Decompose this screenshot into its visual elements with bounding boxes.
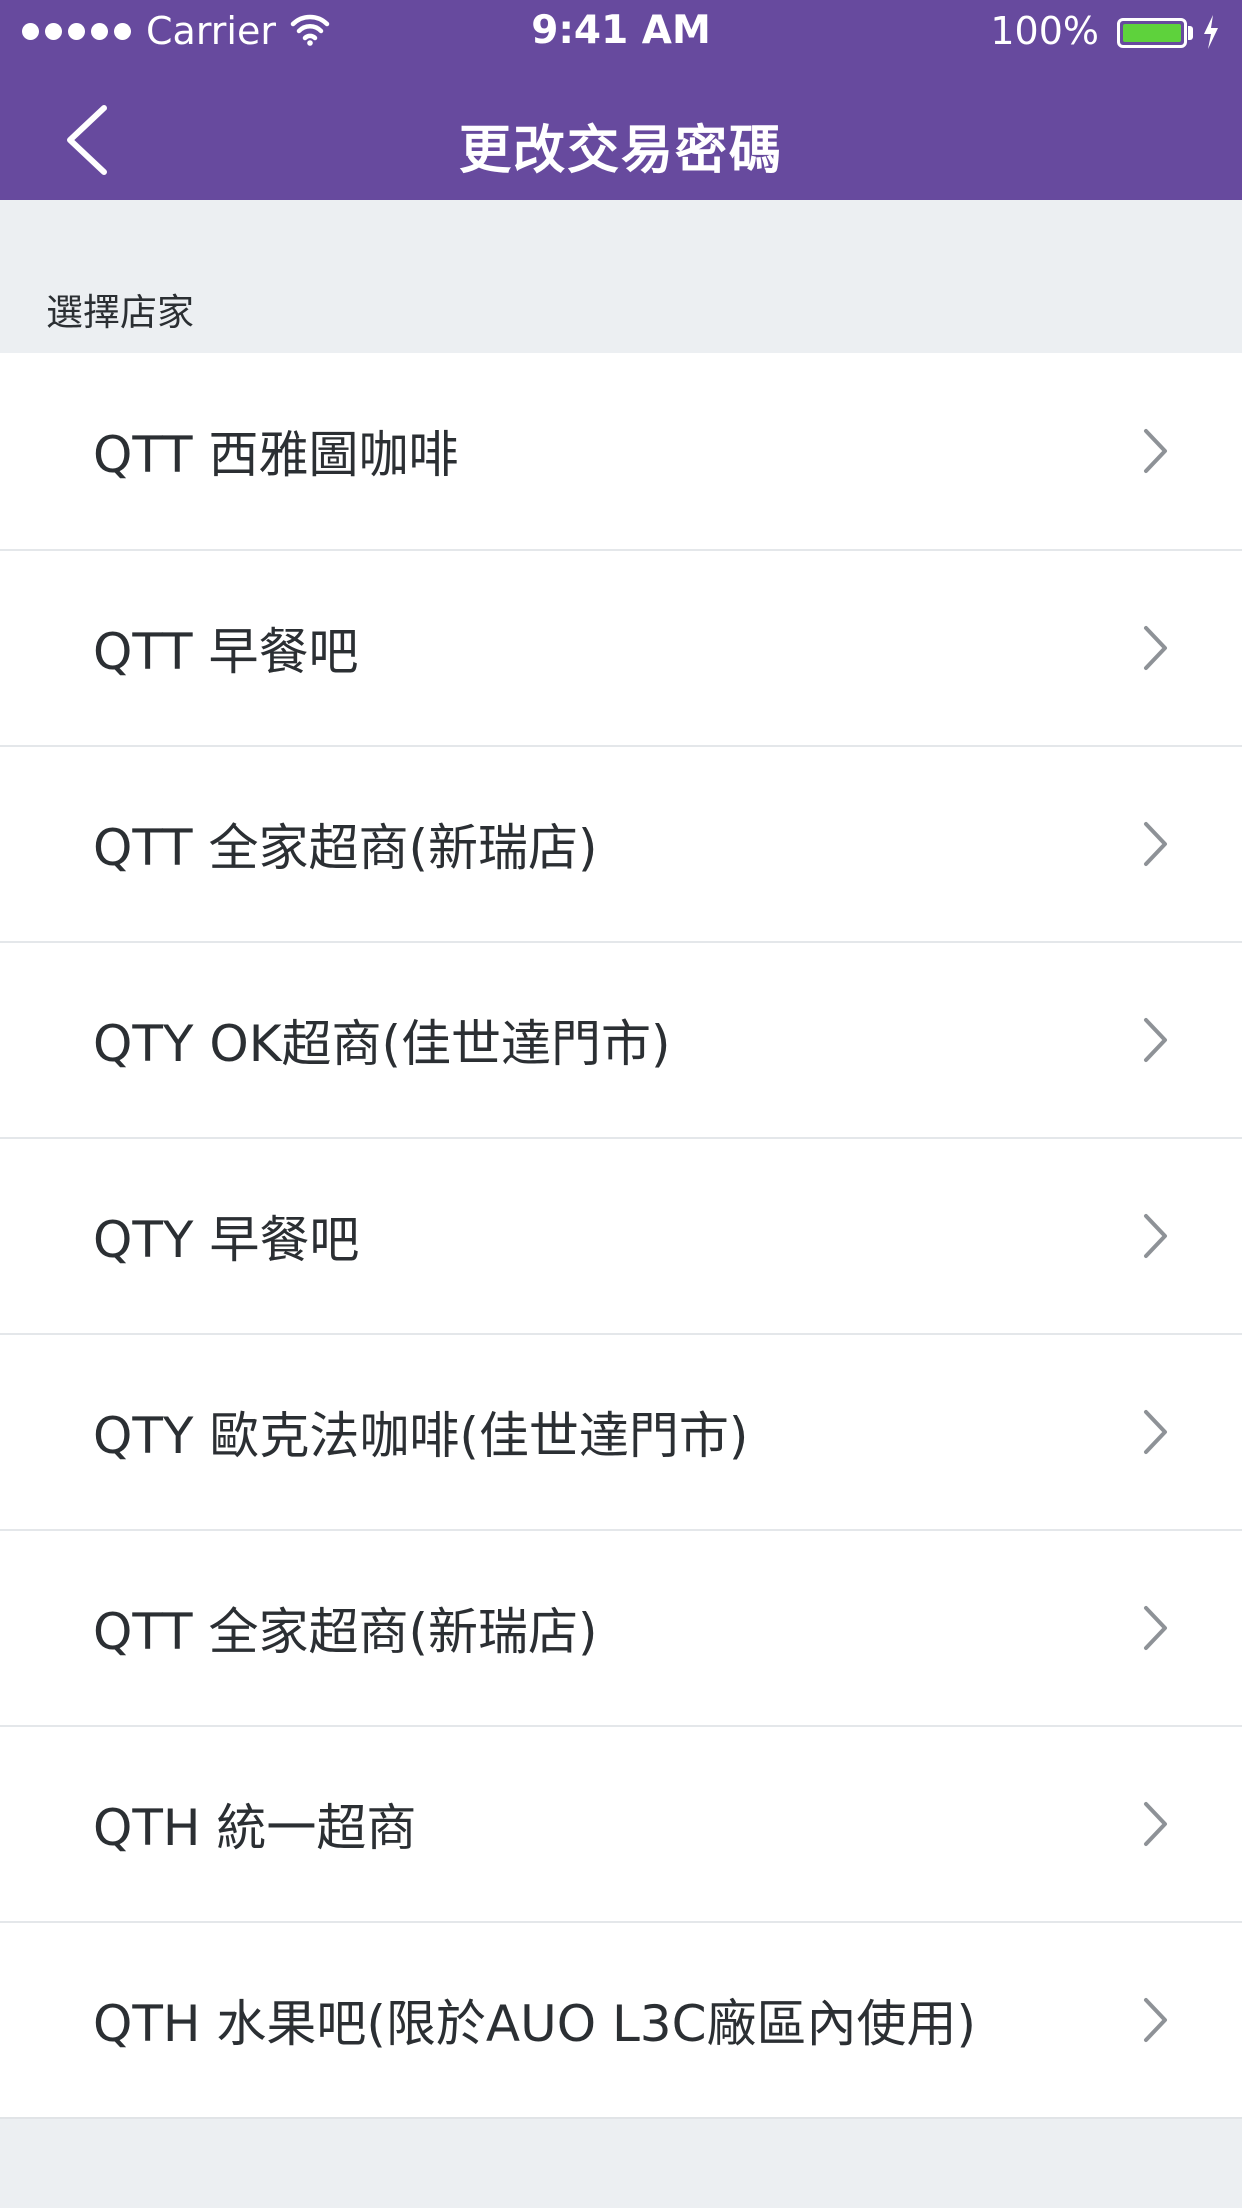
store-name: QTY 歐克法咖啡(佳世達門市) (93, 1407, 749, 1465)
chevron-right-icon (1144, 626, 1167, 670)
section-header: 選擇店家 (46, 291, 194, 334)
chevron-right-icon (1144, 1214, 1167, 1258)
store-row[interactable]: QTH 統一超商 (0, 1725, 1242, 1921)
store-row[interactable]: QTH 水果吧(限於AUO L3C廠區內使用) (0, 1921, 1242, 2117)
store-row[interactable]: QTT 西雅圖咖啡 (0, 353, 1242, 549)
store-row[interactable]: QTY 歐克法咖啡(佳世達門市) (0, 1333, 1242, 1529)
page-title: 更改交易密碼 (458, 121, 783, 181)
store-row[interactable]: QTT 早餐吧 (0, 549, 1242, 745)
store-name: QTY 早餐吧 (93, 1211, 360, 1269)
store-name: QTT 全家超商(新瑞店) (93, 1603, 598, 1661)
chevron-right-icon (1144, 1018, 1167, 1062)
store-name: QTY OK超商(佳世達門市) (93, 1015, 671, 1073)
chevron-right-icon (1144, 1998, 1167, 2042)
charging-bolt-icon (1204, 15, 1218, 49)
chevron-right-icon (1144, 1606, 1167, 1650)
navigation-header: Carrier 9:41 AM 100% 更改交易密碼 (0, 0, 1242, 200)
store-row[interactable]: QTT 全家超商(新瑞店) (0, 745, 1242, 941)
battery-cap (1188, 26, 1193, 40)
store-list: QTT 西雅圖咖啡 QTT 早餐吧 QTT 全家超商(新瑞店) QTY OK超商… (0, 353, 1242, 2119)
chevron-right-icon (1144, 429, 1167, 473)
store-row[interactable]: QTY OK超商(佳世達門市) (0, 941, 1242, 1137)
store-row[interactable]: QTY 早餐吧 (0, 1137, 1242, 1333)
battery-percentage: 100% (990, 9, 1099, 53)
status-bar: Carrier 9:41 AM 100% (0, 0, 1242, 66)
battery-level (1123, 24, 1181, 42)
store-name: QTT 全家超商(新瑞店) (93, 819, 598, 877)
chevron-right-icon (1144, 1802, 1167, 1846)
chevron-right-icon (1144, 1410, 1167, 1454)
chevron-right-icon (1144, 822, 1167, 866)
store-name: QTT 西雅圖咖啡 (93, 426, 459, 484)
store-name: QTH 水果吧(限於AUO L3C廠區內使用) (93, 1995, 977, 2053)
battery-icon (1117, 18, 1187, 48)
store-name: QTT 早餐吧 (93, 623, 359, 681)
store-row[interactable]: QTT 全家超商(新瑞店) (0, 1529, 1242, 1725)
store-name: QTH 統一超商 (93, 1799, 417, 1857)
